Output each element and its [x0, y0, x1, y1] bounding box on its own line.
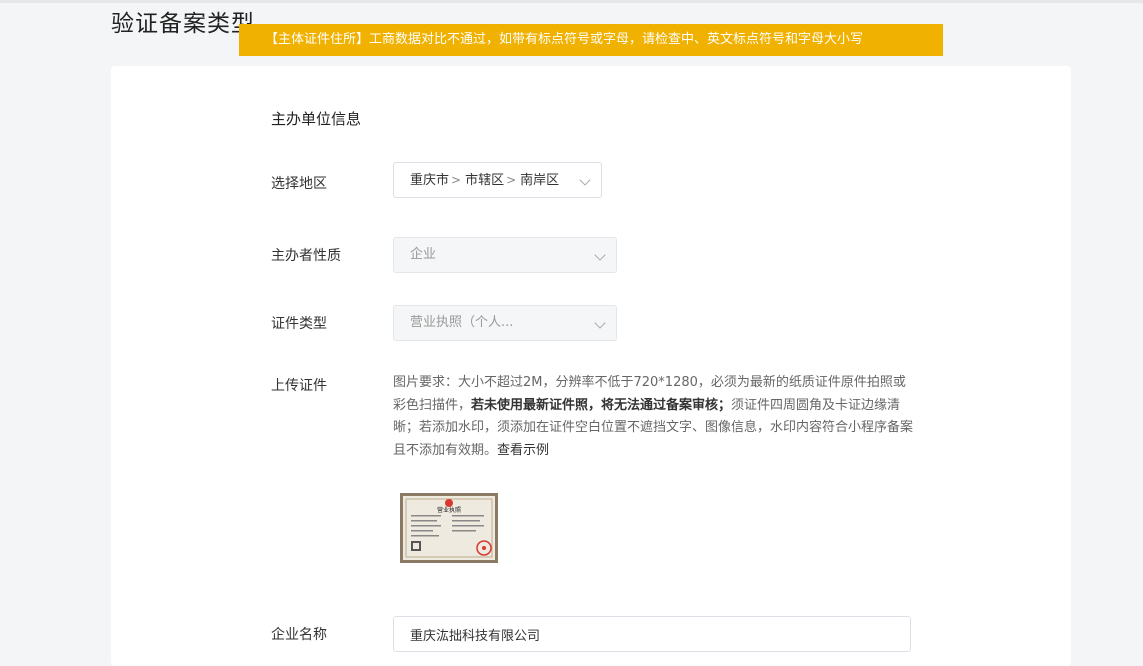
certificate-type-value: 营业执照（个人... — [410, 315, 514, 330]
upload-requirements: 图片要求：大小不超过2M，分辨率不低于720*1280，必须为最新的纸质证件原件… — [393, 372, 915, 462]
uploaded-certificate-thumbnail[interactable]: 营业执照 — [400, 493, 498, 563]
region-district: 南岸区 — [520, 173, 560, 188]
chevron-down-icon — [579, 174, 591, 186]
region-separator: > — [451, 173, 462, 187]
region-city: 市辖区 — [465, 173, 505, 188]
certificate-type-select[interactable]: 营业执照（个人... — [393, 305, 617, 341]
emblem-icon — [445, 499, 453, 507]
region-cascader[interactable]: 重庆市 > 市辖区 > 南岸区 — [393, 162, 602, 198]
page-title: 验证备案类型 — [111, 11, 255, 37]
chevron-down-icon — [594, 249, 606, 261]
certificate-title: 营业执照 — [437, 506, 461, 514]
upload-label: 上传证件 — [271, 378, 327, 394]
certificate-type-label: 证件类型 — [271, 316, 327, 332]
region-separator: > — [506, 173, 517, 187]
chevron-down-icon — [594, 317, 606, 329]
region-label: 选择地区 — [271, 176, 327, 192]
region-province: 重庆市 — [410, 173, 450, 188]
company-name-value: 重庆汯拙科技有限公司 — [410, 629, 541, 644]
view-example-link[interactable]: 查看示例 — [497, 443, 549, 458]
form-card — [111, 66, 1071, 666]
region-value: 重庆市 > 市辖区 > 南岸区 — [410, 163, 559, 198]
section-title: 主办单位信息 — [271, 110, 362, 128]
certificate-image: 营业执照 — [400, 493, 498, 563]
upload-desc-warning: 若未使用最新证件照，将无法通过备案审核； — [471, 397, 732, 413]
organizer-type-label: 主办者性质 — [271, 248, 341, 264]
organizer-type-select[interactable]: 企业 — [393, 237, 617, 273]
company-name-label: 企业名称 — [271, 627, 327, 643]
company-name-input[interactable]: 重庆汯拙科技有限公司 — [393, 616, 911, 652]
top-divider — [0, 0, 1143, 3]
error-toast: 【主体证件住所】工商数据对比不通过，如带有标点符号或字母，请检查中、英文标点符号… — [239, 24, 943, 56]
organizer-type-value: 企业 — [410, 247, 437, 262]
